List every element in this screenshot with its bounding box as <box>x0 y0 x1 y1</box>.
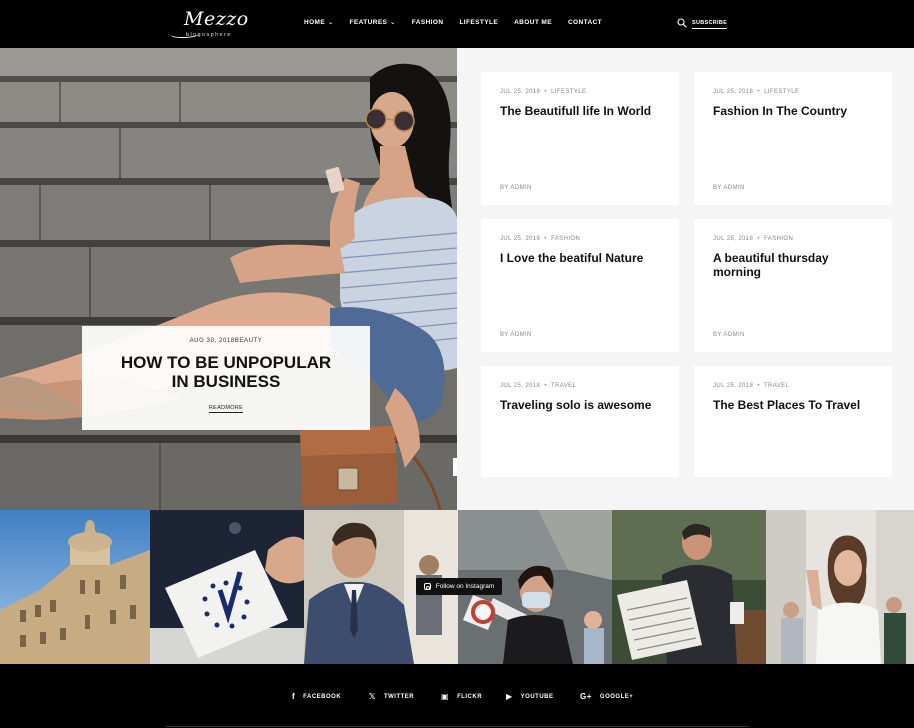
post-meta: JUL 25, 2018 • FASHION <box>500 236 580 242</box>
footer-divider <box>165 726 749 727</box>
post-title[interactable]: Traveling solo is awesome <box>500 398 665 412</box>
chevron-down-icon: ⌄ <box>328 20 334 26</box>
flickr-icon: ▣ <box>441 692 450 701</box>
post-meta: JUL 25, 2018 • TRAVEL <box>713 383 789 389</box>
meta-separator: • <box>757 383 760 389</box>
site-footer: f FACEBOOK 𝕏 TWITTER ▣ FLICKR ▶ YOUTUBE G+ GO… <box>0 664 914 728</box>
logo-script: Mezzo <box>184 8 249 30</box>
site-logo[interactable]: Mezzo blogosphere <box>170 8 248 40</box>
social-link-twitter[interactable]: 𝕏 TWITTER <box>369 692 414 701</box>
nav-label: FASHION <box>411 19 444 26</box>
social-link-youtube[interactable]: ▶ YOUTUBE <box>506 692 554 701</box>
post-title[interactable]: Fashion In The Country <box>713 104 878 118</box>
instagram-photo[interactable] <box>150 510 304 664</box>
facebook-icon: f <box>292 692 296 701</box>
post-meta: JUL 25, 2018 • LIFESTYLE <box>500 89 586 95</box>
meta-separator: • <box>544 89 547 95</box>
post-card[interactable]: JUL 25, 2018 • FASHION I Love the beatif… <box>481 219 679 352</box>
post-category[interactable]: FASHION <box>764 236 793 242</box>
instagram-photo[interactable] <box>0 510 150 664</box>
post-category[interactable]: LIFESTYLE <box>764 89 799 95</box>
hero-featured-post[interactable]: AUG 30, 2018BEAUTY HOW TO BE UNPOPULAR I… <box>0 48 457 510</box>
post-card[interactable]: JUL 25, 2018 • TRAVEL The Best Places To… <box>694 366 892 477</box>
subscribe-link[interactable]: SUBSCRIBE <box>692 20 728 29</box>
post-date: JUL 25, 2018 <box>500 89 541 95</box>
meta-separator: • <box>544 236 547 242</box>
post-grid: JUL 25, 2018 • LIFESTYLE The Beautifull … <box>457 48 914 510</box>
nav-item-contact[interactable]: CONTACT <box>568 19 602 26</box>
nav-item-home[interactable]: HOME ⌄ <box>304 19 334 26</box>
post-date: JUL 25, 2018 <box>500 383 541 389</box>
hero-caption-card: AUG 30, 2018BEAUTY HOW TO BE UNPOPULAR I… <box>82 326 370 430</box>
post-title[interactable]: A beautiful thursday morning <box>713 251 878 279</box>
social-label: YOUTUBE <box>520 693 554 700</box>
post-date: JUL 25, 2018 <box>713 236 754 242</box>
meta-separator: • <box>757 236 760 242</box>
chevron-down-icon: ⌄ <box>390 20 396 26</box>
hero-post-meta: AUG 30, 2018BEAUTY <box>189 338 263 344</box>
post-card[interactable]: JUL 25, 2018 • LIFESTYLE Fashion In The … <box>694 72 892 205</box>
post-title[interactable]: The Best Places To Travel <box>713 398 878 412</box>
post-category[interactable]: LIFESTYLE <box>551 89 586 95</box>
post-meta: JUL 25, 2018 • FASHION <box>713 236 793 242</box>
post-date: JUL 25, 2018 <box>713 89 754 95</box>
post-card[interactable]: JUL 25, 2018 • LIFESTYLE The Beautifull … <box>481 72 679 205</box>
follow-label: Follow on Instagram <box>435 583 495 590</box>
twitter-x-icon: 𝕏 <box>369 692 376 701</box>
post-author[interactable]: BY ADMIN <box>500 332 532 338</box>
meta-separator: • <box>757 89 760 95</box>
instagram-icon <box>423 583 431 590</box>
main-nav: HOME ⌄ FEATURES ⌄ FASHION LIFESTYLE ABOUT … <box>304 19 618 26</box>
nav-item-lifestyle[interactable]: LIFESTYLE <box>459 19 498 26</box>
post-meta: JUL 25, 2018 • LIFESTYLE <box>713 89 799 95</box>
post-category[interactable]: TRAVEL <box>764 383 789 389</box>
instagram-photo[interactable] <box>766 510 914 664</box>
follow-instagram-button[interactable]: Follow on Instagram <box>416 578 502 595</box>
social-label: FACEBOOK <box>303 693 342 700</box>
site-header: Mezzo blogosphere HOME ⌄ FEATURES ⌄ FASHIO… <box>0 0 914 48</box>
hero-readmore-link[interactable]: READMORE <box>208 405 244 413</box>
search-icon[interactable] <box>677 18 687 28</box>
post-title[interactable]: The Beautifull life In World <box>500 104 665 118</box>
social-label: TWITTER <box>383 693 415 700</box>
nav-label: CONTACT <box>567 19 603 26</box>
post-category[interactable]: TRAVEL <box>551 383 576 389</box>
nav-item-fashion[interactable]: FASHION <box>412 19 444 26</box>
post-title[interactable]: I Love the beatiful Nature <box>500 251 665 265</box>
instagram-photo[interactable] <box>612 510 766 664</box>
post-author[interactable]: BY ADMIN <box>713 185 745 191</box>
social-link-facebook[interactable]: f FACEBOOK <box>292 692 341 701</box>
post-date: JUL 25, 2018 <box>500 236 541 242</box>
nav-item-features[interactable]: FEATURES ⌄ <box>350 19 396 26</box>
post-meta: JUL 25, 2018 • TRAVEL <box>500 383 576 389</box>
meta-separator: • <box>544 383 547 389</box>
hero-post-title[interactable]: HOW TO BE UNPOPULAR IN BUSINESS <box>111 353 341 391</box>
google-plus-icon: G+ <box>580 692 592 701</box>
nav-label: ABOUT ME <box>514 19 552 26</box>
post-card[interactable]: JUL 25, 2018 • FASHION A beautiful thurs… <box>694 219 892 352</box>
post-category[interactable]: FASHION <box>551 236 580 242</box>
youtube-icon: ▶ <box>506 692 513 701</box>
social-label: GOOGLE+ <box>599 693 634 700</box>
post-author[interactable]: BY ADMIN <box>500 185 532 191</box>
social-link-flickr[interactable]: ▣ FLICKR <box>441 692 482 701</box>
nav-label: HOME <box>304 19 326 26</box>
hero-image <box>0 48 457 510</box>
nav-label: LIFESTYLE <box>459 19 499 26</box>
nav-label: FEATURES <box>349 19 388 26</box>
social-label: FLICKR <box>457 693 483 700</box>
post-date: JUL 25, 2018 <box>713 383 754 389</box>
social-link-google-plus[interactable]: G+ GOOGLE+ <box>580 692 633 701</box>
nav-item-about-me[interactable]: ABOUT ME <box>514 19 552 26</box>
logo-subtitle: blogosphere <box>186 32 232 38</box>
post-card[interactable]: JUL 25, 2018 • TRAVEL Traveling solo is … <box>481 366 679 477</box>
post-author[interactable]: BY ADMIN <box>713 332 745 338</box>
